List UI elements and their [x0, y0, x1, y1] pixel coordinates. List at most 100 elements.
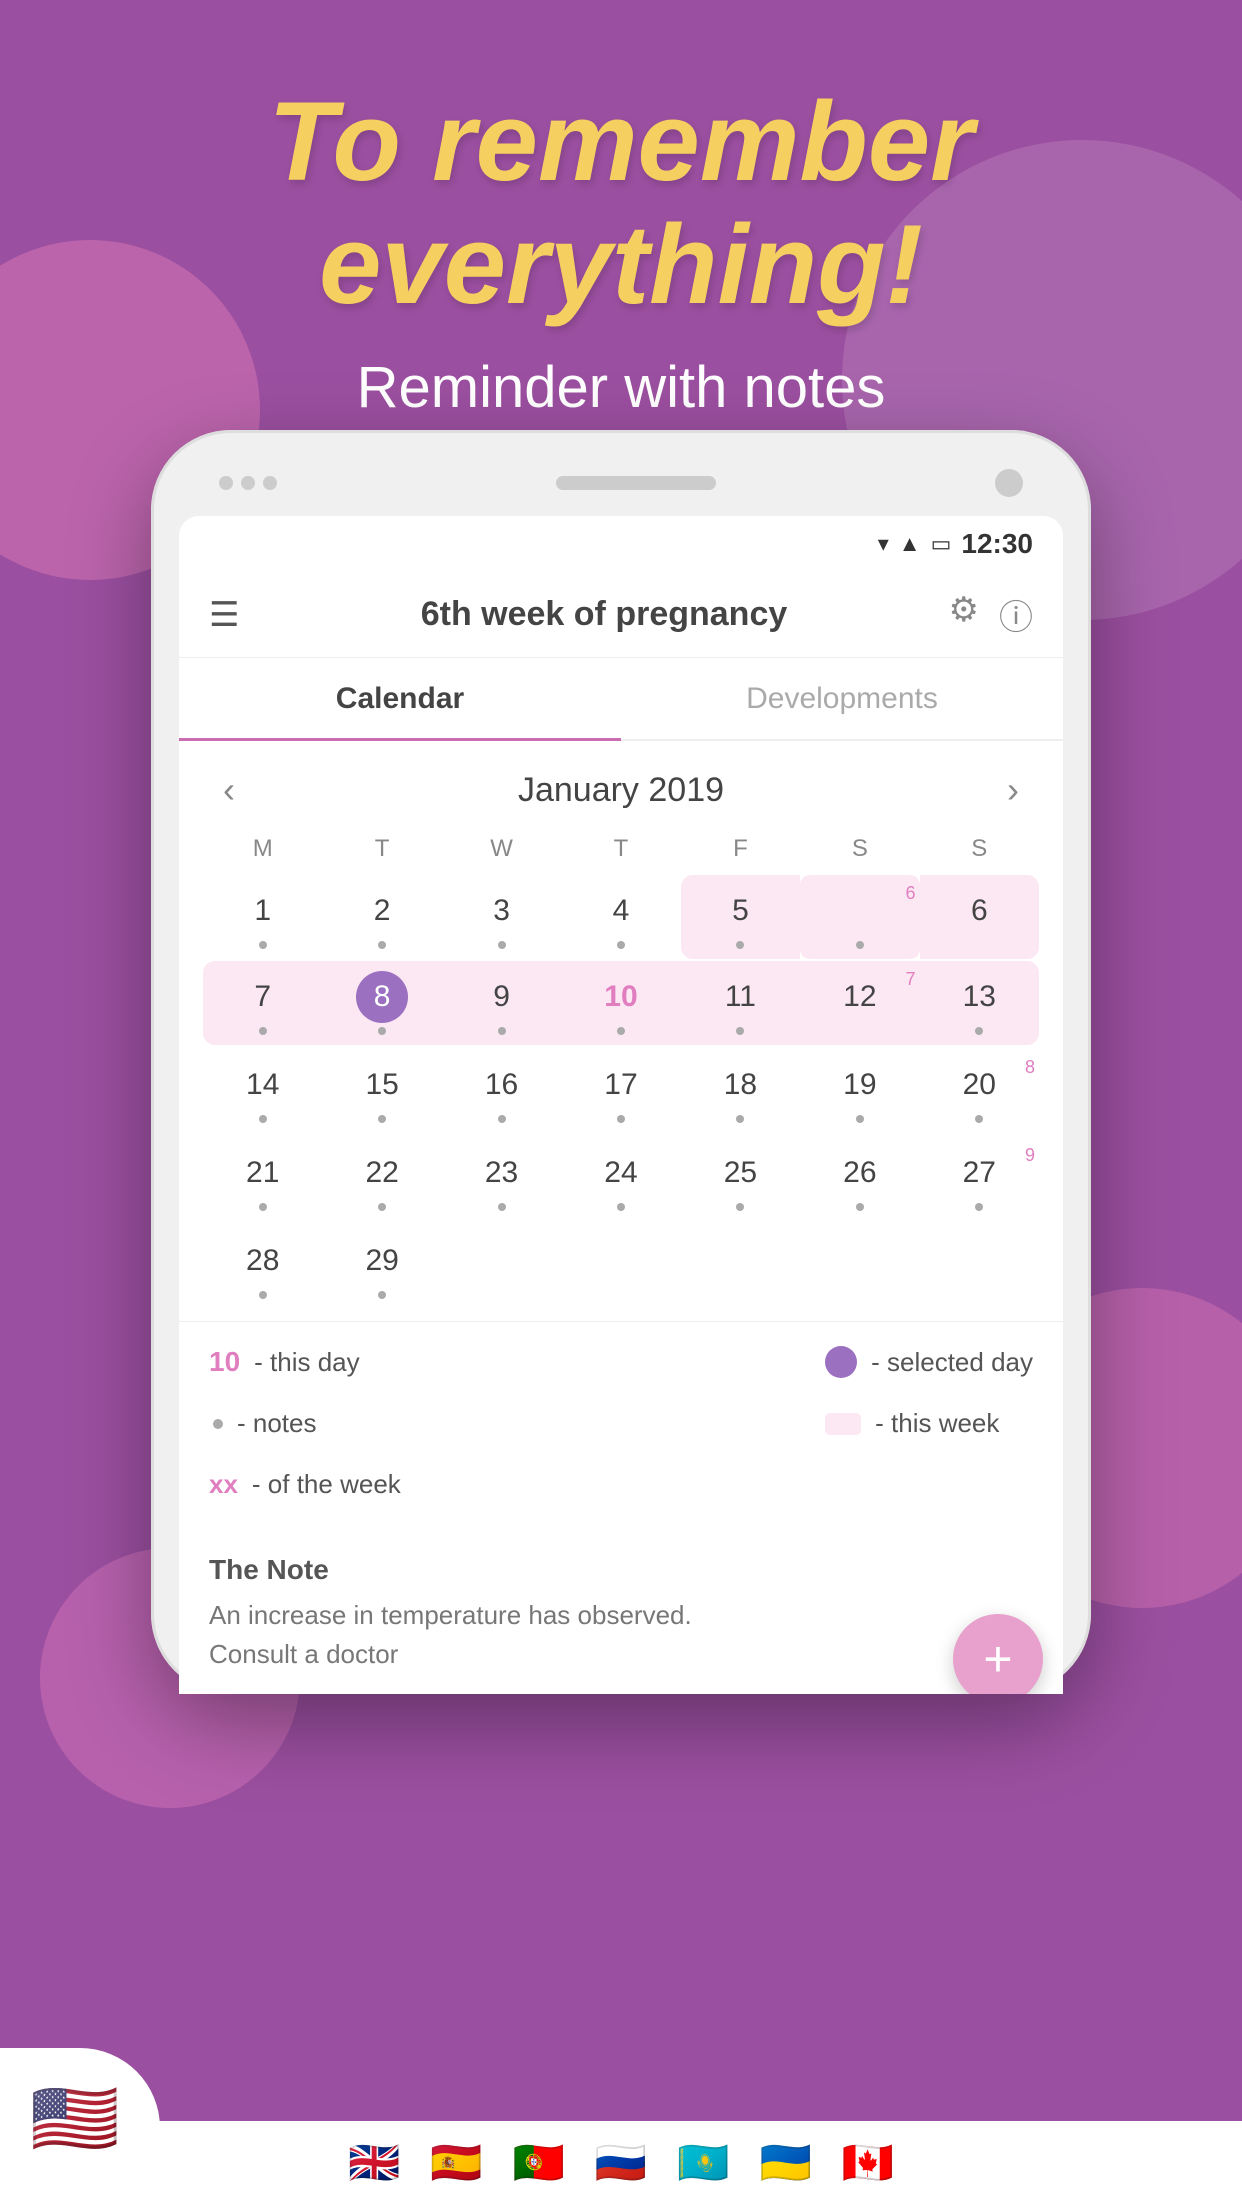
legend-thisweek-label: - this week — [875, 1408, 999, 1439]
day-28[interactable]: 28 — [203, 1225, 322, 1309]
day-1[interactable]: 1 — [203, 875, 322, 959]
weekday-sat: S — [800, 829, 919, 869]
note-title: The Note — [209, 1554, 1033, 1586]
next-month-button[interactable]: › — [997, 769, 1029, 811]
day-25[interactable]: 25 — [681, 1137, 800, 1221]
day-27[interactable]: 9 27 — [920, 1137, 1039, 1221]
day-17[interactable]: 17 — [561, 1049, 680, 1133]
legend-weeknum-label: - of the week — [252, 1469, 401, 1500]
weekday-thu: T — [561, 829, 680, 869]
day-empty-5 — [920, 1225, 1039, 1309]
weekday-mon: M — [203, 829, 322, 869]
calendar-header: ‹ January 2019 › — [203, 751, 1039, 829]
day-9[interactable]: 9 — [442, 961, 561, 1045]
week-num-6: 6 — [906, 883, 916, 904]
info-icon[interactable]: ⓘ — [999, 590, 1033, 639]
tab-developments[interactable]: Developments — [621, 660, 1063, 741]
day-11[interactable]: 11 — [681, 961, 800, 1045]
calendar-month-title: January 2019 — [518, 771, 724, 810]
flag-pt[interactable]: 🇵🇹 — [513, 2139, 565, 2188]
day-18[interactable]: 18 — [681, 1049, 800, 1133]
legend-today-num: 10 — [209, 1346, 240, 1378]
day-20[interactable]: 8 20 — [920, 1049, 1039, 1133]
day-24[interactable]: 24 — [561, 1137, 680, 1221]
legend-today-label: - this day — [254, 1347, 360, 1378]
day-14[interactable]: 14 — [203, 1049, 322, 1133]
legend-selected-label: - selected day — [871, 1347, 1033, 1378]
phone-frame: ▾ ▲ ▭ 12:30 ☰ 6th week of pregnancy ⚙ ⓘ … — [151, 430, 1091, 1694]
flag-kz[interactable]: 🇰🇿 — [677, 2139, 729, 2188]
legend-notes-label: - notes — [237, 1408, 317, 1439]
day-7[interactable]: 7 — [203, 961, 322, 1045]
calendar-week-4: 21 22 23 24 — [203, 1137, 1039, 1221]
day-21[interactable]: 21 — [203, 1137, 322, 1221]
day-6-sat[interactable]: 6 — [800, 875, 919, 959]
weekday-sun: S — [920, 829, 1039, 869]
day-26[interactable]: 26 — [800, 1137, 919, 1221]
calendar-weekdays: M T W T F S S — [203, 829, 1039, 869]
flag-ca[interactable]: 🇨🇦 — [842, 2139, 894, 2188]
tab-calendar[interactable]: Calendar — [179, 660, 621, 741]
phone-screen: ▾ ▲ ▭ 12:30 ☰ 6th week of pregnancy ⚙ ⓘ … — [179, 516, 1063, 1694]
day-empty-2 — [561, 1225, 680, 1309]
signal-icon: ▲ — [899, 531, 921, 557]
calendar: ‹ January 2019 › M T W T F S S — [179, 741, 1063, 1321]
tab-bar: Calendar Developments — [179, 658, 1063, 741]
flag-ua[interactable]: 🇺🇦 — [759, 2139, 811, 2188]
day-13[interactable]: 13 — [920, 961, 1039, 1045]
phone-dot-2 — [241, 476, 255, 490]
phone-mockup: ▾ ▲ ▭ 12:30 ☰ 6th week of pregnancy ⚙ ⓘ … — [151, 430, 1091, 1694]
prev-month-button[interactable]: ‹ — [213, 769, 245, 811]
day-29[interactable]: 29 — [322, 1225, 441, 1309]
day-23[interactable]: 23 — [442, 1137, 561, 1221]
day-4[interactable]: 4 — [561, 875, 680, 959]
status-icons: ▾ ▲ ▭ 12:30 — [878, 528, 1033, 560]
legend-row-today: 10 - this day — [209, 1346, 401, 1378]
status-time: 12:30 — [961, 528, 1033, 560]
day-6-sun[interactable]: 6 — [920, 875, 1039, 959]
day-19[interactable]: 19 — [800, 1049, 919, 1133]
day-16[interactable]: 16 — [442, 1049, 561, 1133]
week-num-8: 8 — [1025, 1057, 1035, 1078]
hero-title: To remember everything! — [0, 80, 1242, 326]
legend-thisweek-box — [825, 1413, 861, 1435]
day-15[interactable]: 15 — [322, 1049, 441, 1133]
day-5[interactable]: 5 — [681, 875, 800, 959]
legend-selected-circle — [825, 1346, 857, 1378]
phone-camera — [995, 469, 1023, 497]
hamburger-icon[interactable]: ☰ — [209, 595, 239, 635]
hero-subtitle: Reminder with notes — [0, 354, 1242, 421]
day-empty-3 — [681, 1225, 800, 1309]
us-flag-corner: 🇺🇸 — [0, 2048, 160, 2208]
day-22[interactable]: 22 — [322, 1137, 441, 1221]
day-8[interactable]: 8 — [322, 961, 441, 1045]
flag-gb[interactable]: 🇬🇧 — [348, 2139, 400, 2188]
legend: 10 - this day - notes xx - of the week — [179, 1321, 1063, 1534]
calendar-week-3: 14 15 16 17 — [203, 1049, 1039, 1133]
day-2[interactable]: 2 — [322, 875, 441, 959]
header-icons: ⚙ ⓘ — [949, 590, 1033, 639]
status-bar: ▾ ▲ ▭ 12:30 — [179, 516, 1063, 572]
day-10[interactable]: 10 — [561, 961, 680, 1045]
hero-section: To remember everything! Reminder with no… — [0, 0, 1242, 421]
week-num-9: 9 — [1025, 1145, 1035, 1166]
flag-es[interactable]: 🇪🇸 — [430, 2139, 482, 2188]
wifi-icon: ▾ — [878, 531, 889, 557]
battery-icon: ▭ — [931, 531, 952, 557]
day-12[interactable]: 7 12 — [800, 961, 919, 1045]
phone-speaker — [556, 476, 716, 490]
hero-title-line2: everything! — [0, 203, 1242, 326]
add-button[interactable]: + — [953, 1614, 1043, 1694]
calendar-week-2: 7 8 9 10 — [203, 961, 1039, 1045]
settings-icon[interactable]: ⚙ — [949, 590, 979, 639]
note-text: An increase in temperature has observed.… — [209, 1596, 1033, 1674]
weekday-tue: T — [322, 829, 441, 869]
legend-weeknum-symbol: xx — [209, 1469, 238, 1500]
note-section: The Note An increase in temperature has … — [179, 1534, 1063, 1694]
day-3[interactable]: 3 — [442, 875, 561, 959]
legend-row-selected: - selected day — [825, 1346, 1033, 1378]
bottom-flags-bar: 🇬🇧 🇪🇸 🇵🇹 🇷🇺 🇰🇿 🇺🇦 🇨🇦 — [0, 2121, 1242, 2208]
legend-dot-icon — [213, 1419, 223, 1429]
legend-row-thisweek: - this week — [825, 1408, 1033, 1439]
flag-ru[interactable]: 🇷🇺 — [595, 2139, 647, 2188]
